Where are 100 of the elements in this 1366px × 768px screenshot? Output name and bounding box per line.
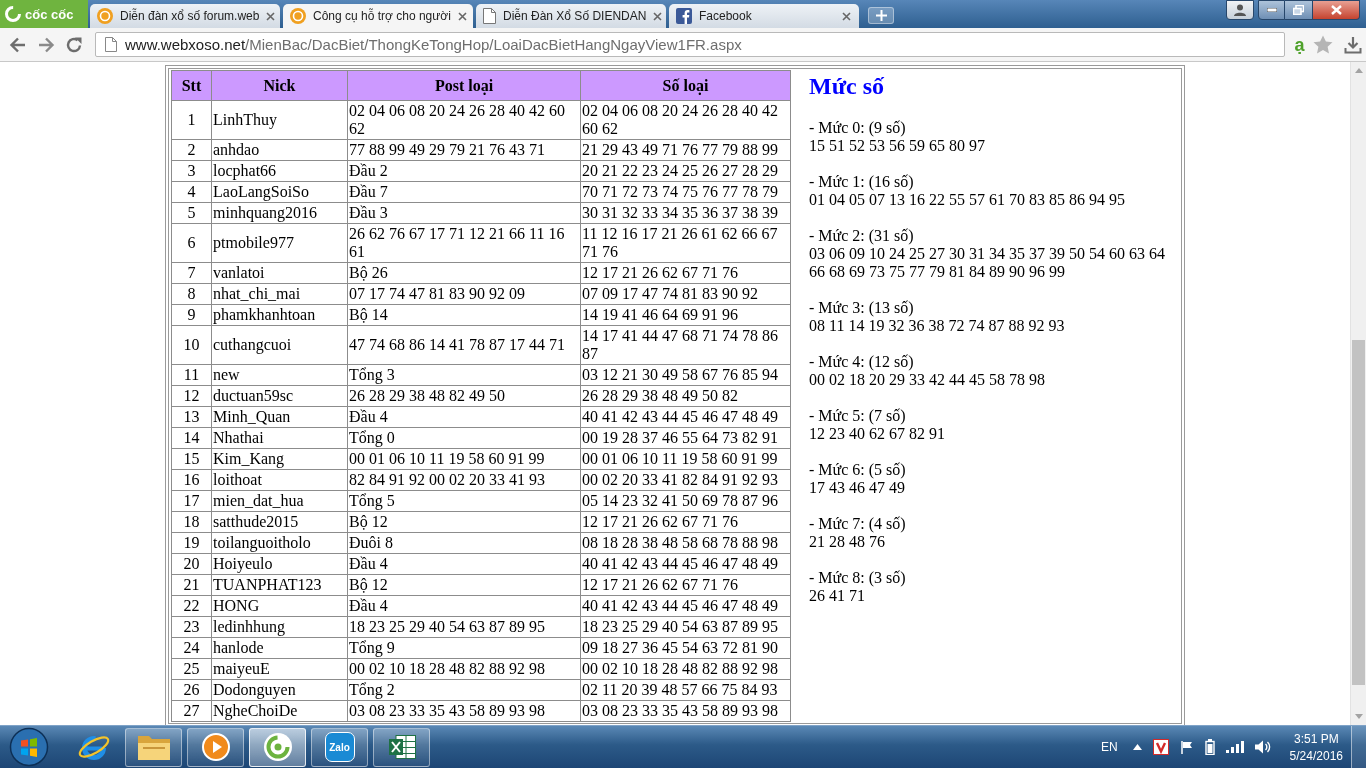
- spreadsheet-icon: [386, 732, 417, 762]
- level-numbers: 12 23 40 62 67 82 91: [809, 425, 946, 443]
- row-number: 8: [171, 283, 212, 305]
- close-icon[interactable]: [266, 11, 276, 21]
- table-cell: 26 62 76 67 17 71 12 21 66 11 16 61: [347, 223, 581, 263]
- row-number: 3: [171, 160, 212, 182]
- clock-time[interactable]: 3:51 PM: [1293, 731, 1339, 746]
- ring-logo-icon: [4, 5, 22, 23]
- table-cell: Dodonguyen: [211, 679, 348, 701]
- folder-icon: [136, 733, 171, 761]
- table-cell: mien_dat_hua: [211, 490, 348, 512]
- show-desktop-button[interactable]: [1351, 726, 1366, 768]
- level-numbers: 08 11 14 19 32 36 38 72 74 87 88 92 93: [809, 317, 1066, 335]
- taskbar-button[interactable]: [373, 727, 430, 767]
- row-number: 15: [171, 448, 212, 470]
- table-cell: 00 01 06 10 11 19 58 60 91 99: [580, 448, 791, 470]
- table-cell: vanlatoi: [211, 262, 348, 284]
- level-label: - Mức 5: (7 số): [809, 407, 907, 425]
- row-number: 6: [171, 223, 212, 263]
- close-icon: [1330, 5, 1342, 15]
- table-cell: new: [211, 364, 348, 386]
- table-cell: 21 29 43 49 71 76 77 79 88 99: [580, 139, 791, 161]
- new-tab-button[interactable]: [868, 7, 894, 24]
- row-number: 23: [171, 616, 212, 638]
- table-cell: 30 31 32 33 34 35 36 37 38 39: [580, 202, 791, 224]
- row-number: 18: [171, 511, 212, 533]
- profile-button[interactable]: [1226, 0, 1254, 20]
- document-icon: [483, 8, 496, 24]
- row-number: 13: [171, 406, 212, 428]
- row-number: 12: [171, 385, 212, 407]
- table-cell: 00 02 10 18 28 48 82 88 92 98: [347, 658, 581, 680]
- table-cell: 47 74 68 86 14 41 78 87 17 44 71: [347, 325, 581, 365]
- windows-logo-icon: [9, 727, 49, 767]
- address-field[interactable]: www.webxoso.net/MienBac/DacBiet/ThongKeTongHop/LoaiDacBietHangNgayView1FR.aspx: [95, 32, 1285, 57]
- table-cell: 03 08 23 33 35 43 58 89 93 98: [347, 700, 581, 722]
- table-cell: 00 02 20 33 41 82 84 91 92 93: [580, 469, 791, 491]
- table-cell: 00 01 06 10 11 19 58 60 91 99: [347, 448, 581, 470]
- battery-icon[interactable]: [1204, 739, 1215, 755]
- table-cell: 09 18 27 36 45 54 63 72 81 90: [580, 637, 791, 659]
- speaker-icon[interactable]: [1254, 740, 1271, 754]
- taskbar-button[interactable]: [125, 727, 182, 767]
- table-cell: Tổng 5: [347, 490, 581, 512]
- table-cell: locphat66: [211, 160, 348, 182]
- browser-tab[interactable]: Diễn Đàn Xổ Số DIENDAN: [476, 4, 666, 28]
- table-cell: 05 14 23 32 41 50 69 78 87 96: [580, 490, 791, 512]
- taskbar-button[interactable]: [249, 727, 306, 767]
- table-cell: ledinhhung: [211, 616, 348, 638]
- close-icon[interactable]: [457, 11, 467, 21]
- table-cell: 02 11 20 39 48 57 66 75 84 93: [580, 679, 791, 701]
- language-indicator[interactable]: EN: [1100, 740, 1118, 754]
- level-label: - Mức 0: (9 số): [809, 119, 907, 137]
- table-cell: TUANPHAT123: [211, 574, 348, 596]
- table-cell: Hoiyeulo: [211, 553, 348, 575]
- table-cell: Đầu 2: [347, 160, 581, 182]
- level-numbers: 15 51 52 53 56 59 65 80 97: [809, 137, 986, 155]
- row-number: 16: [171, 469, 212, 491]
- close-icon[interactable]: [653, 11, 663, 21]
- table-cell: 07 17 74 47 81 83 90 92 09: [347, 283, 581, 305]
- star-icon: [1313, 35, 1333, 54]
- row-number: 20: [171, 553, 212, 575]
- table-cell: cuthangcuoi: [211, 325, 348, 365]
- clock-date[interactable]: 5/24/2016: [1289, 748, 1343, 763]
- table-cell: phamkhanhtoan: [211, 304, 348, 326]
- close-button[interactable]: [1313, 0, 1360, 20]
- table-cell: 77 88 99 49 29 79 21 76 43 71: [347, 139, 581, 161]
- scrollbar-thumb[interactable]: [1352, 340, 1365, 685]
- table-cell: HONG: [211, 595, 348, 617]
- table-cell: 40 41 42 43 44 45 46 47 48 49: [580, 595, 791, 617]
- table-cell: loithoat: [211, 469, 348, 491]
- table-cell: anhdao: [211, 139, 348, 161]
- swirl-logo-icon: [262, 732, 293, 762]
- table-cell: toilanguoitholo: [211, 532, 348, 554]
- table-cell: Tổng 0: [347, 427, 581, 449]
- close-icon[interactable]: [842, 11, 851, 21]
- level-numbers: 26 41 71: [809, 587, 866, 605]
- column-header: Nick: [211, 70, 348, 101]
- table-cell: 14 17 41 44 47 68 71 74 78 86 87: [580, 325, 791, 365]
- browser-tab[interactable]: Diễn đàn xổ số forum.web: [90, 4, 280, 28]
- v-tile-icon[interactable]: [1152, 739, 1169, 755]
- caret-up-icon[interactable]: [1132, 744, 1142, 750]
- taskbar-button[interactable]: [187, 727, 244, 767]
- flag-icon[interactable]: [1179, 740, 1194, 754]
- table-cell: Kim_Kang: [211, 448, 348, 470]
- level-label: - Mức 3: (13 số): [809, 299, 915, 317]
- minimize-button[interactable]: [1258, 0, 1285, 20]
- row-number: 1: [171, 100, 212, 140]
- browser-tab[interactable]: Facebook: [669, 4, 859, 28]
- column-header: Stt: [171, 70, 212, 101]
- scrollbar[interactable]: [1350, 62, 1366, 725]
- taskbar-button[interactable]: Zalo: [311, 727, 368, 767]
- table-cell: minhquang2016: [211, 202, 348, 224]
- table-cell: Đầu 4: [347, 553, 581, 575]
- browser-tab[interactable]: Công cụ hỗ trợ cho người: [283, 4, 473, 28]
- table-cell: Đuôi 8: [347, 532, 581, 554]
- download-icon: [1344, 35, 1362, 54]
- row-number: 24: [171, 637, 212, 659]
- table-cell: Tổng 3: [347, 364, 581, 386]
- table-cell: 03 12 21 30 49 58 67 76 85 94: [580, 364, 791, 386]
- restore-button[interactable]: [1285, 0, 1313, 20]
- signal-icon[interactable]: [1225, 741, 1244, 753]
